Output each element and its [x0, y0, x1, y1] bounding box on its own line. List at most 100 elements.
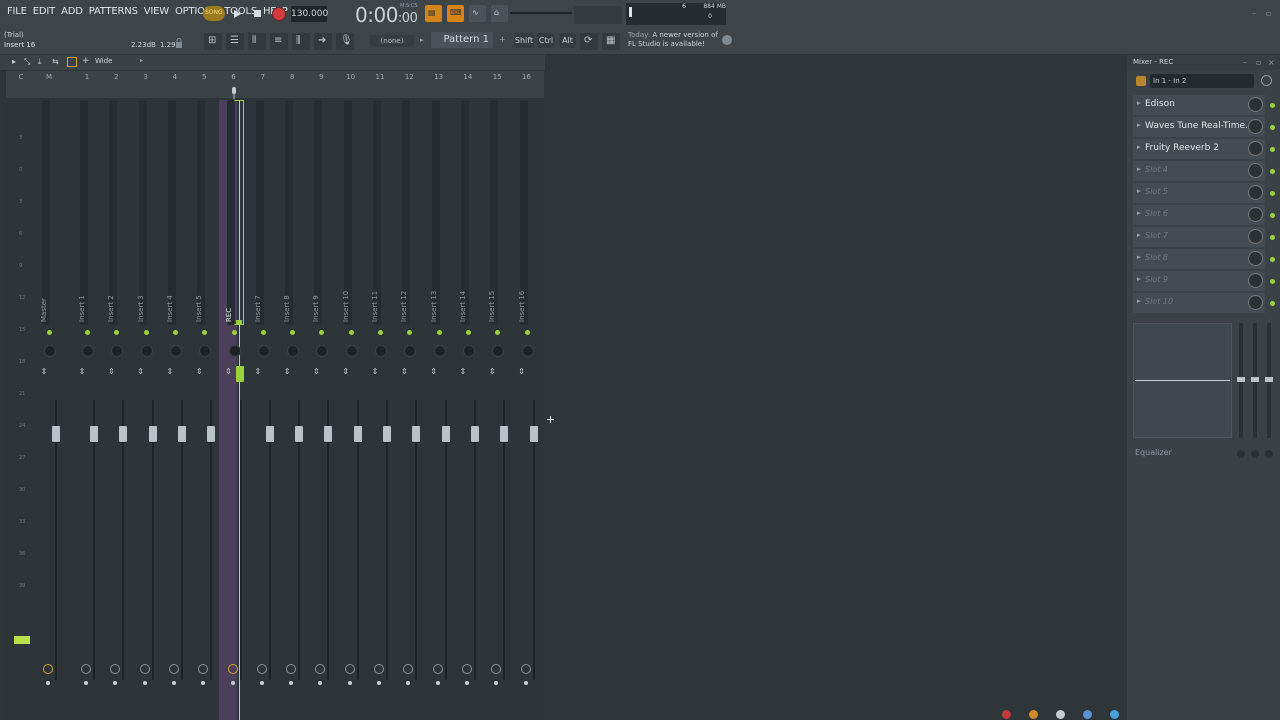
track-route-arrows-icon[interactable]: ⇕	[166, 368, 174, 388]
track-name[interactable]: Insert 9	[312, 295, 320, 322]
track-record-arm-icon[interactable]	[522, 665, 530, 673]
slot-mix-knob[interactable]	[1249, 296, 1262, 309]
eq-high-handle[interactable]	[1265, 377, 1273, 382]
slot-menu-arrow-icon[interactable]: ▸	[1137, 99, 1141, 107]
wait-input-button[interactable]: ∿	[469, 5, 486, 22]
effect-slot[interactable]: ▸ Edison	[1133, 95, 1265, 115]
channel-rack-button[interactable]: ≡	[270, 33, 288, 50]
slot-menu-arrow-icon[interactable]: ▸	[1137, 275, 1141, 283]
track-route-arrows-icon[interactable]: ⇕	[78, 368, 86, 388]
slot-enable-led[interactable]	[1270, 257, 1275, 262]
slot-mix-knob[interactable]	[1249, 142, 1262, 155]
eq-low-knob[interactable]	[1237, 450, 1245, 458]
step-edit-button[interactable]: ▦	[602, 33, 620, 50]
slot-menu-arrow-icon[interactable]: ▸	[1137, 253, 1141, 261]
slot-mix-knob[interactable]	[1249, 230, 1262, 243]
track-name[interactable]: Insert 3	[137, 295, 145, 322]
slot-mix-knob[interactable]	[1249, 186, 1262, 199]
track-volume-fader[interactable]	[148, 426, 157, 442]
effect-slot[interactable]: ▸ Slot 10	[1133, 293, 1265, 313]
track-route-arrows-icon[interactable]: ⇕	[312, 368, 320, 388]
track-record-arm-icon[interactable]	[82, 665, 90, 673]
track-route-arrows-icon[interactable]: ⇕	[283, 368, 291, 388]
slot-mix-knob[interactable]	[1249, 274, 1262, 287]
track-pan-knob[interactable]	[287, 345, 300, 357]
effect-slot[interactable]: ▸ Waves Tune Real-Time...	[1133, 117, 1265, 137]
track-pan-knob[interactable]	[345, 345, 358, 357]
track-mute-led[interactable]	[524, 330, 530, 335]
track-route-arrows-icon[interactable]: ⇕	[137, 368, 145, 388]
slot-menu-arrow-icon[interactable]: ▸	[1137, 165, 1141, 173]
pattern-add-icon[interactable]: +	[499, 35, 506, 44]
typing-keyboard-button[interactable]: ⌨	[447, 5, 464, 22]
track-mute-led[interactable]	[85, 330, 90, 335]
slot-menu-arrow-icon[interactable]: ▸	[1137, 231, 1141, 239]
metronome-button[interactable]: ⌂	[491, 5, 508, 22]
tray-app-icon-3[interactable]	[1056, 710, 1065, 719]
effect-slot[interactable]: ▸ Slot 9	[1133, 271, 1265, 291]
panel-minimize-icon[interactable]: –	[1243, 59, 1251, 67]
track-route-arrows-icon[interactable]: ⇕	[488, 368, 496, 388]
slot-enable-led[interactable]	[1270, 235, 1275, 240]
song-mode-toggle[interactable]: SONG	[203, 6, 225, 21]
track-name[interactable]: Master	[40, 298, 48, 322]
track-volume-fader[interactable]	[177, 426, 186, 442]
tray-app-icon-4[interactable]	[1083, 710, 1092, 719]
shift-button[interactable]: Shift	[514, 33, 534, 48]
track-meter[interactable]	[226, 100, 235, 325]
lock-icon[interactable]	[175, 38, 183, 48]
stop-button[interactable]	[249, 5, 267, 23]
track-pan-knob[interactable]	[462, 345, 475, 357]
channel-selector[interactable]: (none)	[370, 35, 414, 47]
track-meter[interactable]	[167, 100, 176, 325]
track-record-arm-icon[interactable]	[463, 665, 471, 673]
track-meter[interactable]	[109, 100, 118, 325]
track-pan-knob[interactable]	[82, 345, 94, 357]
slot-enable-led[interactable]	[1270, 213, 1275, 218]
track-name[interactable]: Insert 11	[371, 291, 379, 322]
track-volume-fader[interactable]	[500, 426, 509, 442]
master-pitch-slider[interactable]	[574, 6, 622, 24]
slot-enable-led[interactable]	[1270, 191, 1275, 196]
track-volume-fader[interactable]	[90, 426, 98, 442]
track-meter[interactable]	[80, 100, 88, 325]
mixer-move-icon[interactable]: ⤡	[24, 57, 30, 67]
track-name[interactable]: REC	[225, 308, 233, 322]
effect-slot[interactable]: ▸ Slot 5	[1133, 183, 1265, 203]
track-record-arm-icon[interactable]	[229, 665, 237, 673]
effect-slot[interactable]: ▸ Fruity Reeverb 2	[1133, 139, 1265, 159]
track-volume-fader[interactable]	[412, 426, 421, 442]
track-record-arm-icon[interactable]	[375, 665, 383, 673]
track-route-arrows-icon[interactable]: ⇕	[400, 368, 408, 388]
menu-view[interactable]: VIEW	[141, 6, 172, 17]
eq-mid-knob[interactable]	[1251, 450, 1259, 458]
snap-button[interactable]: ⊞	[204, 33, 222, 50]
mixer-window-icon[interactable]	[67, 57, 77, 67]
panel-close-icon[interactable]: ×	[1268, 59, 1276, 67]
tray-app-icon-2[interactable]	[1029, 710, 1038, 719]
effect-slot[interactable]: ▸ Slot 4	[1133, 161, 1265, 181]
track-record-arm-icon[interactable]	[346, 665, 354, 673]
slot-menu-arrow-icon[interactable]: ▸	[1137, 209, 1141, 217]
track-mute-led[interactable]	[231, 330, 237, 335]
slot-enable-led[interactable]	[1270, 103, 1275, 108]
track-record-arm-icon[interactable]	[44, 665, 52, 673]
view-mode-label[interactable]: Wide	[95, 57, 112, 65]
mixer-download-icon[interactable]: ⤓	[38, 57, 42, 67]
track-route-arrows-icon[interactable]: ⇕	[225, 368, 233, 388]
slot-enable-led[interactable]	[1270, 279, 1275, 284]
ctrl-button[interactable]: Ctrl	[537, 33, 555, 48]
record-button[interactable]	[270, 5, 288, 23]
slot-mix-knob[interactable]	[1249, 252, 1262, 265]
slot-menu-arrow-icon[interactable]: ▸	[1137, 143, 1141, 151]
track-pan-knob[interactable]	[169, 345, 182, 357]
track-record-arm-icon[interactable]	[434, 665, 442, 673]
playhead-icon[interactable]	[230, 84, 238, 99]
recording-filter-button[interactable]: ⟳	[580, 33, 598, 50]
track-record-arm-icon[interactable]	[258, 665, 266, 673]
effect-slot[interactable]: ▸ Slot 6	[1133, 205, 1265, 225]
play-button[interactable]	[228, 5, 246, 23]
track-record-arm-icon[interactable]	[170, 665, 178, 673]
track-mute-led[interactable]	[465, 330, 471, 335]
track-name[interactable]: Insert 12	[400, 291, 408, 322]
